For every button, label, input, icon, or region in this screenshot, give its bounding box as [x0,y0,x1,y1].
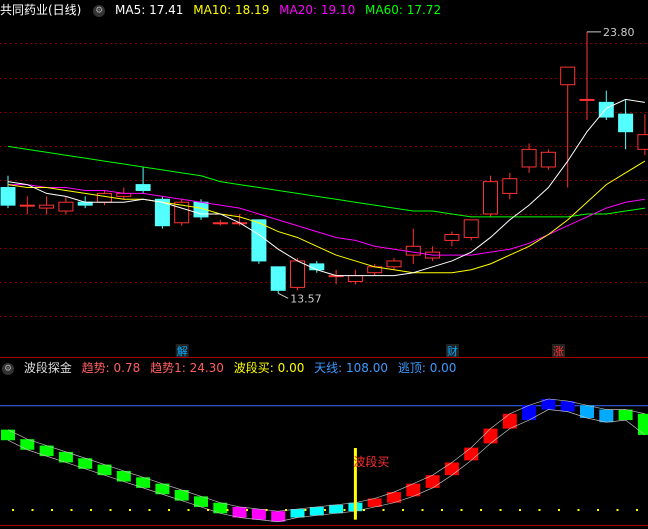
indicator-chart[interactable]: 波段买 [0,378,648,529]
baseline-dot [187,509,190,511]
baseline-dot [285,509,287,511]
candlestick-chart[interactable]: 23.80 13.57 解 财 涨 [0,20,648,358]
baseline-dot [616,509,619,511]
baseline-dot [402,509,404,511]
baseline-dot [226,509,229,511]
indicator-name: 波段探金 [23,361,72,375]
trend1-value: 趋势1: 24.30 [150,361,224,375]
trend-value: 趋势: 0.78 [81,361,141,375]
low-price-label: 13.57 [290,292,322,305]
trend-bar [444,462,459,476]
baseline-dot [636,509,638,511]
baseline-dot [109,509,112,511]
trend-bar [309,506,324,516]
candle-body [97,192,112,203]
candle-body [521,148,537,168]
trend-bar [483,428,498,444]
baseline-dot [246,509,248,511]
candle-body [290,260,305,288]
baseline-dot [460,509,463,511]
baseline-dot [538,509,541,511]
baseline-dot [441,509,443,511]
baseline-dot [70,509,73,511]
trend-bar [464,447,479,461]
baseline-dot [90,509,92,511]
candle-body [540,151,556,168]
baseline-dot [363,509,365,511]
escape-top-value: 逃顶: 0.00 [397,361,457,375]
candle-body [618,113,634,133]
main-chart-header: 共同药业(日线) ⚙ MA5: 17.41 MA10: 18.19 MA20: … [0,0,648,20]
indicator-header: ⚙ 波段探金 趋势: 0.78 趋势1: 24.30 波段买: 0.00 天线:… [0,358,648,378]
settings-icon[interactable]: ⚙ [93,4,106,17]
baseline-dot [421,509,424,511]
baseline-dot [31,509,34,511]
candle-body [560,66,576,86]
baseline-dot [519,509,521,511]
baseline-dot [12,509,14,511]
candle-body [58,201,74,212]
event-marker: 财 [447,344,458,358]
wave-buy-value: 波段买: 0.00 [233,361,305,375]
trend-bar [329,504,344,514]
candle-body [19,204,35,207]
baseline-dot [265,509,268,511]
baseline-dot [577,509,580,511]
candle-body [579,98,595,101]
ma5-value: MA5: 17.41 [115,3,184,17]
event-marker: 涨 [553,345,564,358]
ma10-value: MA10: 18.19 [193,3,270,17]
trend-bar [251,509,266,520]
ma5-line [7,98,645,277]
candle-body [463,219,479,238]
trend-bar [1,429,15,441]
candle-body [251,219,267,262]
baseline-dot [558,509,560,511]
wave-buy-label: 波段买 [353,454,389,469]
candle-body [444,234,460,241]
baseline-dot [597,509,599,511]
candle-body [347,275,363,283]
baseline-dot [129,509,131,511]
sky-line-value: 天线: 108.00 [314,361,389,375]
baseline-dot [148,509,151,511]
trend-bar [637,413,648,435]
high-price-label: 23.80 [603,26,635,39]
ma20-value: MA20: 19.10 [279,3,356,17]
trend-bar [271,511,286,522]
trend-bar [618,409,633,421]
candle-body [212,222,228,225]
baseline-dot [51,509,53,511]
low-pointer [277,292,289,299]
baseline-dot [499,509,502,511]
candle-body [309,263,325,271]
settings-icon[interactable]: ⚙ [2,362,14,375]
trend-bar [232,506,247,518]
baseline-dot [304,509,307,511]
candle-body [386,260,402,268]
trend-bar [290,509,305,518]
candle-body [0,187,16,206]
trend-bar [560,401,575,412]
baseline-dot [324,509,326,511]
stock-title: 共同药业(日线) [0,3,82,17]
candle-body [135,184,151,191]
baseline-dot [382,509,385,511]
trend-bar [599,409,614,423]
candle-body [502,178,518,194]
baseline-dot [480,509,482,511]
ma60-value: MA60: 17.72 [365,3,442,17]
candle-body [637,134,648,150]
baseline-dot [343,509,346,511]
candle-body [405,245,421,256]
baseline-dot [207,509,209,511]
candle-body [270,266,286,291]
candle-body [483,181,498,215]
trend-line [7,398,645,512]
baseline-dot [168,509,170,511]
candle-body [39,204,55,209]
event-marker: 解 [177,344,188,358]
